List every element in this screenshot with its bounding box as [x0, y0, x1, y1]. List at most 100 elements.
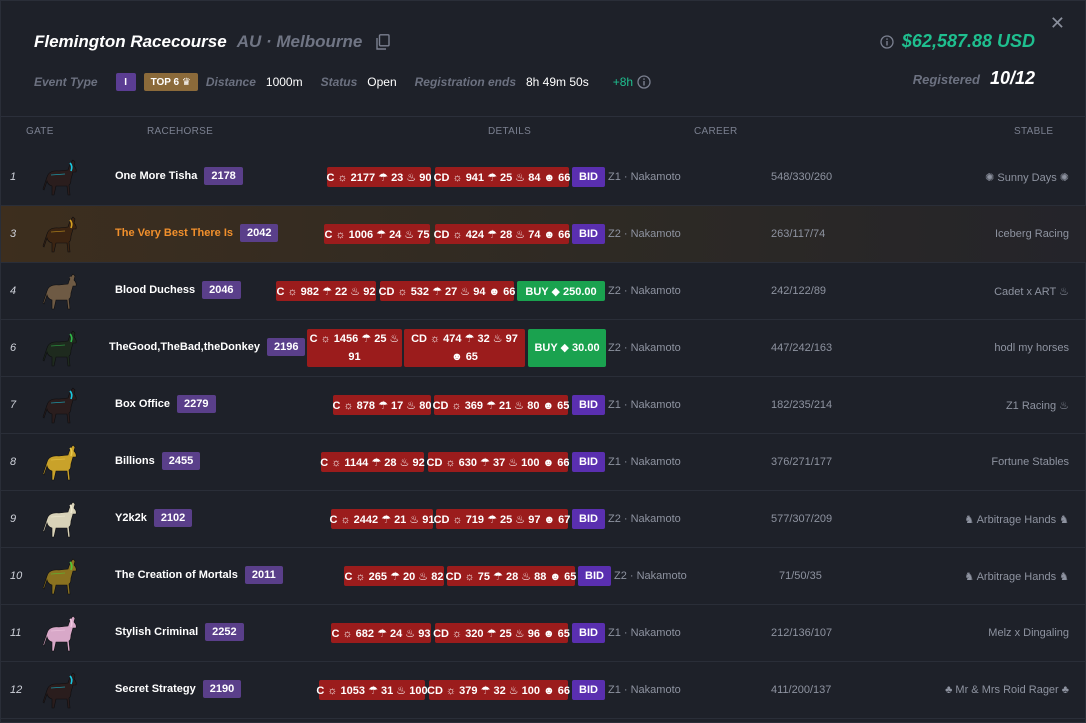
meta-row: Event Type I TOP 6 ♛ Distance 1000m Stat… [34, 72, 651, 92]
bid-button[interactable]: BID [572, 680, 605, 700]
horse-name[interactable]: Blood Duchess [115, 284, 195, 296]
zone-info: Z1 · Nakamoto [608, 399, 681, 411]
gate-number: 6 [10, 342, 17, 354]
zone-info: Z2 · Nakamoto [614, 570, 687, 582]
horse-name[interactable]: The Very Best There Is [115, 227, 233, 239]
table-row[interactable]: 11 Stylish Criminal 2252 C ☼ 682 ☂ 24 ♨ 93 C… [1, 605, 1086, 662]
horse-name-wrap: The Very Best There Is 2042 [115, 224, 279, 242]
horse-rating: 2252 [205, 623, 244, 641]
class-distance-stats-chip: CD ☼ 941 ☂ 25 ♨ 84 ☻ 66 [434, 167, 570, 187]
zone-info: Z2 · Nakamoto [608, 342, 681, 354]
zone-info: Z1 · Nakamoto [608, 171, 681, 183]
horse-name-wrap: Stylish Criminal 2252 [115, 623, 244, 641]
class-distance-stats-chip: CD ☼ 379 ☂ 32 ♨ 100 ☻ 66 [427, 680, 570, 700]
stable-name[interactable]: Melz x Dingaling [988, 627, 1069, 639]
horse-name[interactable]: TheGood,TheBad,theDonkey [109, 341, 260, 353]
buy-button[interactable]: BUY ◆ 250.00 [517, 281, 605, 301]
buy-button[interactable]: BUY ◆ 30.00 [528, 329, 606, 367]
class-distance-stats-chip: CD ☼ 75 ☂ 28 ♨ 88 ☻ 65 [446, 566, 576, 586]
event-class-badge: I [115, 73, 136, 91]
horse-rating: 2196 [266, 338, 306, 356]
divider [1, 116, 1085, 117]
horse-name[interactable]: Y2k2k [115, 512, 147, 524]
table-row[interactable]: 8 Billions 2455 C ☼ 1144 ☂ 28 ♨ 92 CD ☼ 630 … [1, 434, 1086, 491]
extend-time[interactable]: +8h [613, 75, 633, 89]
stable-name[interactable]: ♣ Mr & Mrs Roid Rager ♣ [945, 684, 1069, 696]
class-stats-chip: C ☼ 878 ☂ 17 ♨ 80 [333, 395, 431, 415]
top-badge: TOP 6 ♛ [143, 73, 198, 91]
gate-number: 10 [10, 570, 23, 582]
horse-name[interactable]: The Creation of Mortals [115, 569, 238, 581]
table-row[interactable]: 12 Secret Strategy 2190 C ☼ 1053 ☂ 31 ♨ 100… [1, 662, 1086, 719]
zone-info: Z1 · Nakamoto [608, 627, 681, 639]
stable-name[interactable]: ✺ Sunny Days ✺ [985, 171, 1069, 184]
class-distance-stats-chip: CD ☼ 320 ☂ 25 ♨ 96 ☻ 65 [433, 623, 570, 643]
horse-name-wrap: The Creation of Mortals 2011 [115, 566, 283, 584]
horse-image-icon [42, 159, 77, 196]
stable-name[interactable]: hodl my horses [994, 342, 1069, 354]
horse-name[interactable]: Billions [115, 455, 155, 467]
bid-button[interactable]: BID [572, 509, 605, 529]
stable-name[interactable]: Iceberg Racing [995, 228, 1069, 240]
gate-number: 12 [10, 684, 23, 696]
stable-name[interactable]: Fortune Stables [991, 456, 1069, 468]
status-label: Status [320, 75, 358, 89]
horse-name[interactable]: Secret Strategy [115, 683, 196, 695]
table-row[interactable]: 9 Y2k2k 2102 C ☼ 2442 ☂ 21 ♨ 91 CD ☼ 719 ☂ 2… [1, 491, 1086, 548]
title-row: Flemington Racecourse AU · Melbourne [34, 31, 391, 53]
class-stats-chip: C ☼ 1006 ☂ 24 ♨ 75 [324, 224, 430, 244]
class-stats-chip: C ☼ 2442 ☂ 21 ♨ 91 [329, 509, 435, 529]
race-table: 1 One More Tisha 2178 C ☼ 2177 ☂ 23 ♨ 90 CD … [1, 149, 1086, 719]
horse-rating: 2042 [240, 224, 279, 242]
class-stats-chip: C ☼ 1053 ☂ 31 ♨ 100 [316, 680, 428, 700]
close-icon[interactable]: ✕ [1050, 13, 1065, 34]
table-row[interactable]: 4 Blood Duchess 2046 C ☼ 982 ☂ 22 ♨ 92 CD ☼ … [1, 263, 1086, 320]
horse-name[interactable]: Box Office [115, 398, 170, 410]
career-record: 447/242/163 [771, 342, 833, 354]
horse-rating: 2178 [204, 167, 243, 185]
zone-info: Z1 · Nakamoto [608, 684, 681, 696]
status-value: Open [367, 75, 397, 89]
info-icon[interactable] [880, 34, 894, 49]
class-stats-chip: C ☼ 682 ☂ 24 ♨ 93 [331, 623, 431, 643]
prize-pool: $62,587.88 USD [901, 31, 1035, 51]
info-icon[interactable] [637, 75, 651, 89]
zone-info: Z2 · Nakamoto [608, 228, 681, 240]
table-row[interactable]: 10 The Creation of Mortals 2011 C ☼ 265 ☂ 2… [1, 548, 1086, 605]
career-record: 71/50/35 [779, 570, 822, 582]
gate-number: 3 [10, 228, 17, 240]
horse-rating: 2279 [177, 395, 216, 413]
gate-number: 7 [10, 399, 17, 411]
bid-button[interactable]: BID [572, 167, 605, 187]
race-modal: ✕ Flemington Racecourse AU · Melbourne $… [0, 0, 1086, 723]
bid-button[interactable]: BID [572, 224, 605, 244]
career-record: 263/117/74 [771, 228, 826, 240]
stable-name[interactable]: Z1 Racing ♨ [1006, 399, 1069, 412]
horse-rating: 2046 [202, 281, 241, 299]
horse-name[interactable]: One More Tisha [115, 170, 197, 182]
bid-button[interactable]: BID [572, 452, 605, 472]
horse-name[interactable]: Stylish Criminal [115, 626, 198, 638]
copy-icon[interactable] [376, 34, 391, 50]
stable-name[interactable]: Cadet x ART ♨ [994, 285, 1069, 298]
class-stats-chip: C ☼ 2177 ☂ 23 ♨ 90 [326, 167, 432, 187]
career-record: 242/122/89 [771, 285, 827, 297]
table-row[interactable]: 1 One More Tisha 2178 C ☼ 2177 ☂ 23 ♨ 90 CD … [1, 149, 1086, 206]
horse-image-icon [42, 387, 77, 424]
table-row[interactable]: 6 TheGood,TheBad,theDonkey 2196 C ☼ 1456 ☂ … [1, 320, 1086, 377]
gate-number: 1 [10, 171, 17, 183]
table-row[interactable]: 3 The Very Best There Is 2042 C ☼ 1006 ☂ 24… [1, 206, 1086, 263]
bid-button[interactable]: BID [572, 623, 605, 643]
reg-ends-label: Registration ends [414, 75, 516, 89]
bid-button[interactable]: BID [578, 566, 611, 586]
bid-button[interactable]: BID [572, 395, 605, 415]
career-record: 548/330/260 [771, 171, 833, 183]
horse-image-icon [42, 330, 77, 367]
zone-info: Z2 · Nakamoto [608, 513, 681, 525]
zone-info: Z2 · Nakamoto [608, 285, 681, 297]
stable-name[interactable]: ♞ Arbitrage Hands ♞ [964, 570, 1069, 583]
career-record: 182/235/214 [771, 399, 833, 411]
horse-name-wrap: Box Office 2279 [115, 395, 216, 413]
stable-name[interactable]: ♞ Arbitrage Hands ♞ [964, 513, 1069, 526]
table-row[interactable]: 7 Box Office 2279 C ☼ 878 ☂ 17 ♨ 80 CD ☼ 369… [1, 377, 1086, 434]
